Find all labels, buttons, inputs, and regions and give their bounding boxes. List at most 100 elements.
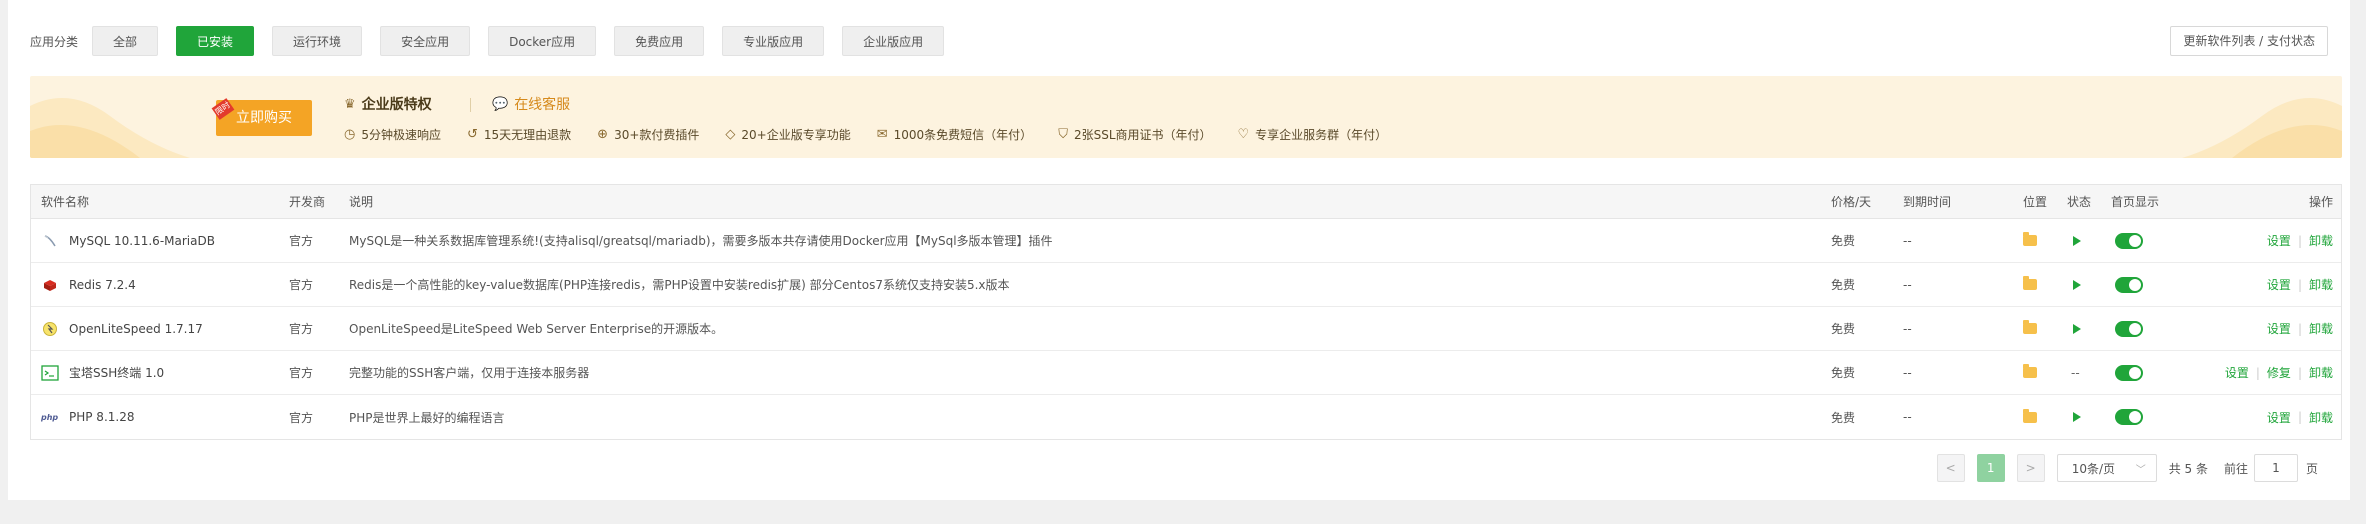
repair-link[interactable]: 修复 — [2267, 364, 2291, 381]
row-operations: 设置 | 卸载 — [2267, 307, 2333, 350]
heart-icon: ♡ — [1237, 127, 1250, 142]
play-icon[interactable] — [2073, 235, 2081, 246]
op-separator: | — [2297, 321, 2302, 336]
pagination: < 1 > 10条/页 ﹀ 共 5 条 前往 1 页 — [1936, 454, 2318, 482]
folder-icon[interactable] — [2023, 232, 2037, 246]
home-display-toggle[interactable] — [2115, 409, 2143, 425]
developer: 官方 — [289, 278, 314, 292]
op-separator: | — [2297, 277, 2302, 292]
expire-time: -- — [1903, 410, 1912, 424]
feature-free-sms: ✉ 1000条免费短信（年付） — [877, 126, 1032, 143]
developer: 官方 — [289, 366, 314, 380]
expire-time: -- — [1903, 233, 1912, 248]
ssl-icon: ⛉ — [1058, 127, 1068, 142]
feature-label: 20+企业版专享功能 — [741, 128, 851, 142]
plugin-icon: ⊕ — [597, 127, 609, 142]
software-store-panel: 应用分类 全部 已安装 运行环境 安全应用 Docker应用 免费应用 专业版应… — [8, 0, 2350, 500]
enterprise-privilege-title: ♛ 企业版特权 — [344, 94, 432, 114]
price: 免费 — [1831, 410, 1856, 425]
feature-service-group: ♡ 专享企业服务群（年付） — [1238, 126, 1388, 143]
software-name[interactable]: PHP 8.1.28 — [69, 410, 134, 424]
home-display-toggle[interactable] — [2115, 276, 2143, 293]
current-page-number[interactable]: 1 — [1976, 454, 2005, 482]
category-docker-button[interactable]: Docker应用 — [488, 26, 597, 56]
limited-time-tag: 限时 — [211, 98, 235, 120]
table-row: 宝塔SSH终端 1.0 官方 完整功能的SSH客户端，仅用于连接本服务器 免费 … — [31, 351, 2341, 395]
header-name: 软件名称 — [41, 195, 90, 209]
settings-link[interactable]: 设置 — [2267, 320, 2291, 337]
feature-label: 5分钟极速响应 — [361, 128, 441, 142]
play-icon[interactable] — [2073, 279, 2081, 290]
feature-label: 15天无理由退款 — [483, 128, 572, 142]
folder-icon[interactable] — [2023, 276, 2037, 290]
total-count: 共 5 条 — [2168, 461, 2208, 476]
page-size-select[interactable]: 10条/页 ﹀ — [2056, 454, 2157, 482]
feature-ssl-certs: ⛉ 2张SSL商用证书（年付） — [1058, 126, 1211, 143]
price: 免费 — [1831, 322, 1856, 336]
expire-time: -- — [1903, 365, 1912, 380]
feature-label: 1000条免费短信（年付） — [893, 128, 1033, 142]
settings-link[interactable]: 设置 — [2267, 232, 2291, 249]
table-row: php PHP 8.1.28 官方 PHP是世界上最好的编程语言 免费 -- 设… — [31, 395, 2341, 439]
uninstall-link[interactable]: 卸载 — [2309, 232, 2333, 249]
category-security-button[interactable]: 安全应用 — [380, 26, 471, 56]
php-icon: php — [41, 408, 59, 426]
buy-now-button[interactable]: 限时 立即购买 — [211, 98, 312, 136]
category-runtime-button[interactable]: 运行环境 — [272, 26, 363, 56]
banner-left-decoration — [30, 98, 190, 158]
software-name[interactable]: Redis 7.2.4 — [69, 278, 136, 292]
home-display-toggle[interactable] — [2115, 320, 2143, 337]
table-row: OpenLiteSpeed 1.7.17 官方 OpenLiteSpeed是Li… — [31, 307, 2341, 351]
category-enterprise-button[interactable]: 企业版应用 — [842, 26, 945, 56]
mail-icon: ✉ — [876, 127, 888, 142]
category-installed-button[interactable]: 已安装 — [176, 26, 255, 56]
play-icon[interactable] — [2073, 323, 2081, 334]
table-header: 软件名称 开发商 说明 价格/天 到期时间 位置 状态 首页显示 操作 — [31, 185, 2341, 219]
feature-paid-plugins: ⊕ 30+款付费插件 — [597, 126, 699, 143]
settings-link[interactable]: 设置 — [2267, 276, 2291, 293]
status-text: -- — [2071, 365, 2080, 380]
category-label: 应用分类 — [30, 34, 79, 49]
op-separator: | — [2297, 233, 2302, 248]
chevron-down-icon: ﹀ — [2135, 464, 2146, 476]
developer: 官方 — [289, 322, 314, 336]
category-all-button[interactable]: 全部 — [92, 26, 159, 56]
header-expire: 到期时间 — [1903, 195, 1952, 209]
developer: 官方 — [289, 234, 314, 248]
uninstall-link[interactable]: 卸载 — [2309, 320, 2333, 337]
prev-page-button[interactable]: < — [1936, 454, 1965, 482]
software-name[interactable]: OpenLiteSpeed 1.7.17 — [69, 322, 203, 336]
clock-icon: ◷ — [344, 127, 356, 142]
refresh-software-list-button[interactable]: 更新软件列表 / 支付状态 — [2170, 26, 2328, 56]
settings-link[interactable]: 设置 — [2225, 364, 2249, 381]
next-page-button[interactable]: > — [2016, 454, 2045, 482]
goto-label: 前往 — [2223, 461, 2248, 476]
play-icon[interactable] — [2073, 412, 2081, 422]
settings-link[interactable]: 设置 — [2267, 409, 2291, 426]
software-name[interactable]: MySQL 10.11.6-MariaDB — [69, 234, 215, 248]
folder-icon[interactable] — [2023, 364, 2037, 378]
svg-text:php: php — [41, 413, 58, 422]
row-operations: 设置 | 卸载 — [2267, 263, 2333, 306]
online-service-link[interactable]: 💬 在线客服 — [492, 94, 570, 114]
goto-page-input[interactable]: 1 — [2253, 454, 2298, 482]
header-status: 状态 — [2067, 195, 2092, 209]
uninstall-link[interactable]: 卸载 — [2309, 409, 2333, 426]
feature-label: 2张SSL商用证书（年付） — [1073, 128, 1212, 142]
category-free-button[interactable]: 免费应用 — [614, 26, 705, 56]
software-name[interactable]: 宝塔SSH终端 1.0 — [69, 364, 164, 381]
price: 免费 — [1831, 366, 1856, 380]
uninstall-link[interactable]: 卸载 — [2309, 276, 2333, 293]
home-display-toggle[interactable] — [2115, 232, 2143, 249]
header-description: 说明 — [349, 195, 374, 209]
price: 免费 — [1831, 234, 1856, 248]
home-display-toggle[interactable] — [2115, 364, 2143, 381]
folder-icon[interactable] — [2023, 320, 2037, 334]
category-pro-button[interactable]: 专业版应用 — [722, 26, 825, 56]
privilege-title-text: 企业版特权 — [361, 97, 432, 113]
uninstall-link[interactable]: 卸载 — [2309, 364, 2333, 381]
header-developer: 开发商 — [289, 195, 326, 209]
folder-icon[interactable] — [2023, 408, 2037, 423]
description: Redis是一个高性能的key-value数据库(PHP连接redis，需PHP… — [349, 278, 1010, 292]
description: OpenLiteSpeed是LiteSpeed Web Server Enter… — [349, 322, 724, 336]
